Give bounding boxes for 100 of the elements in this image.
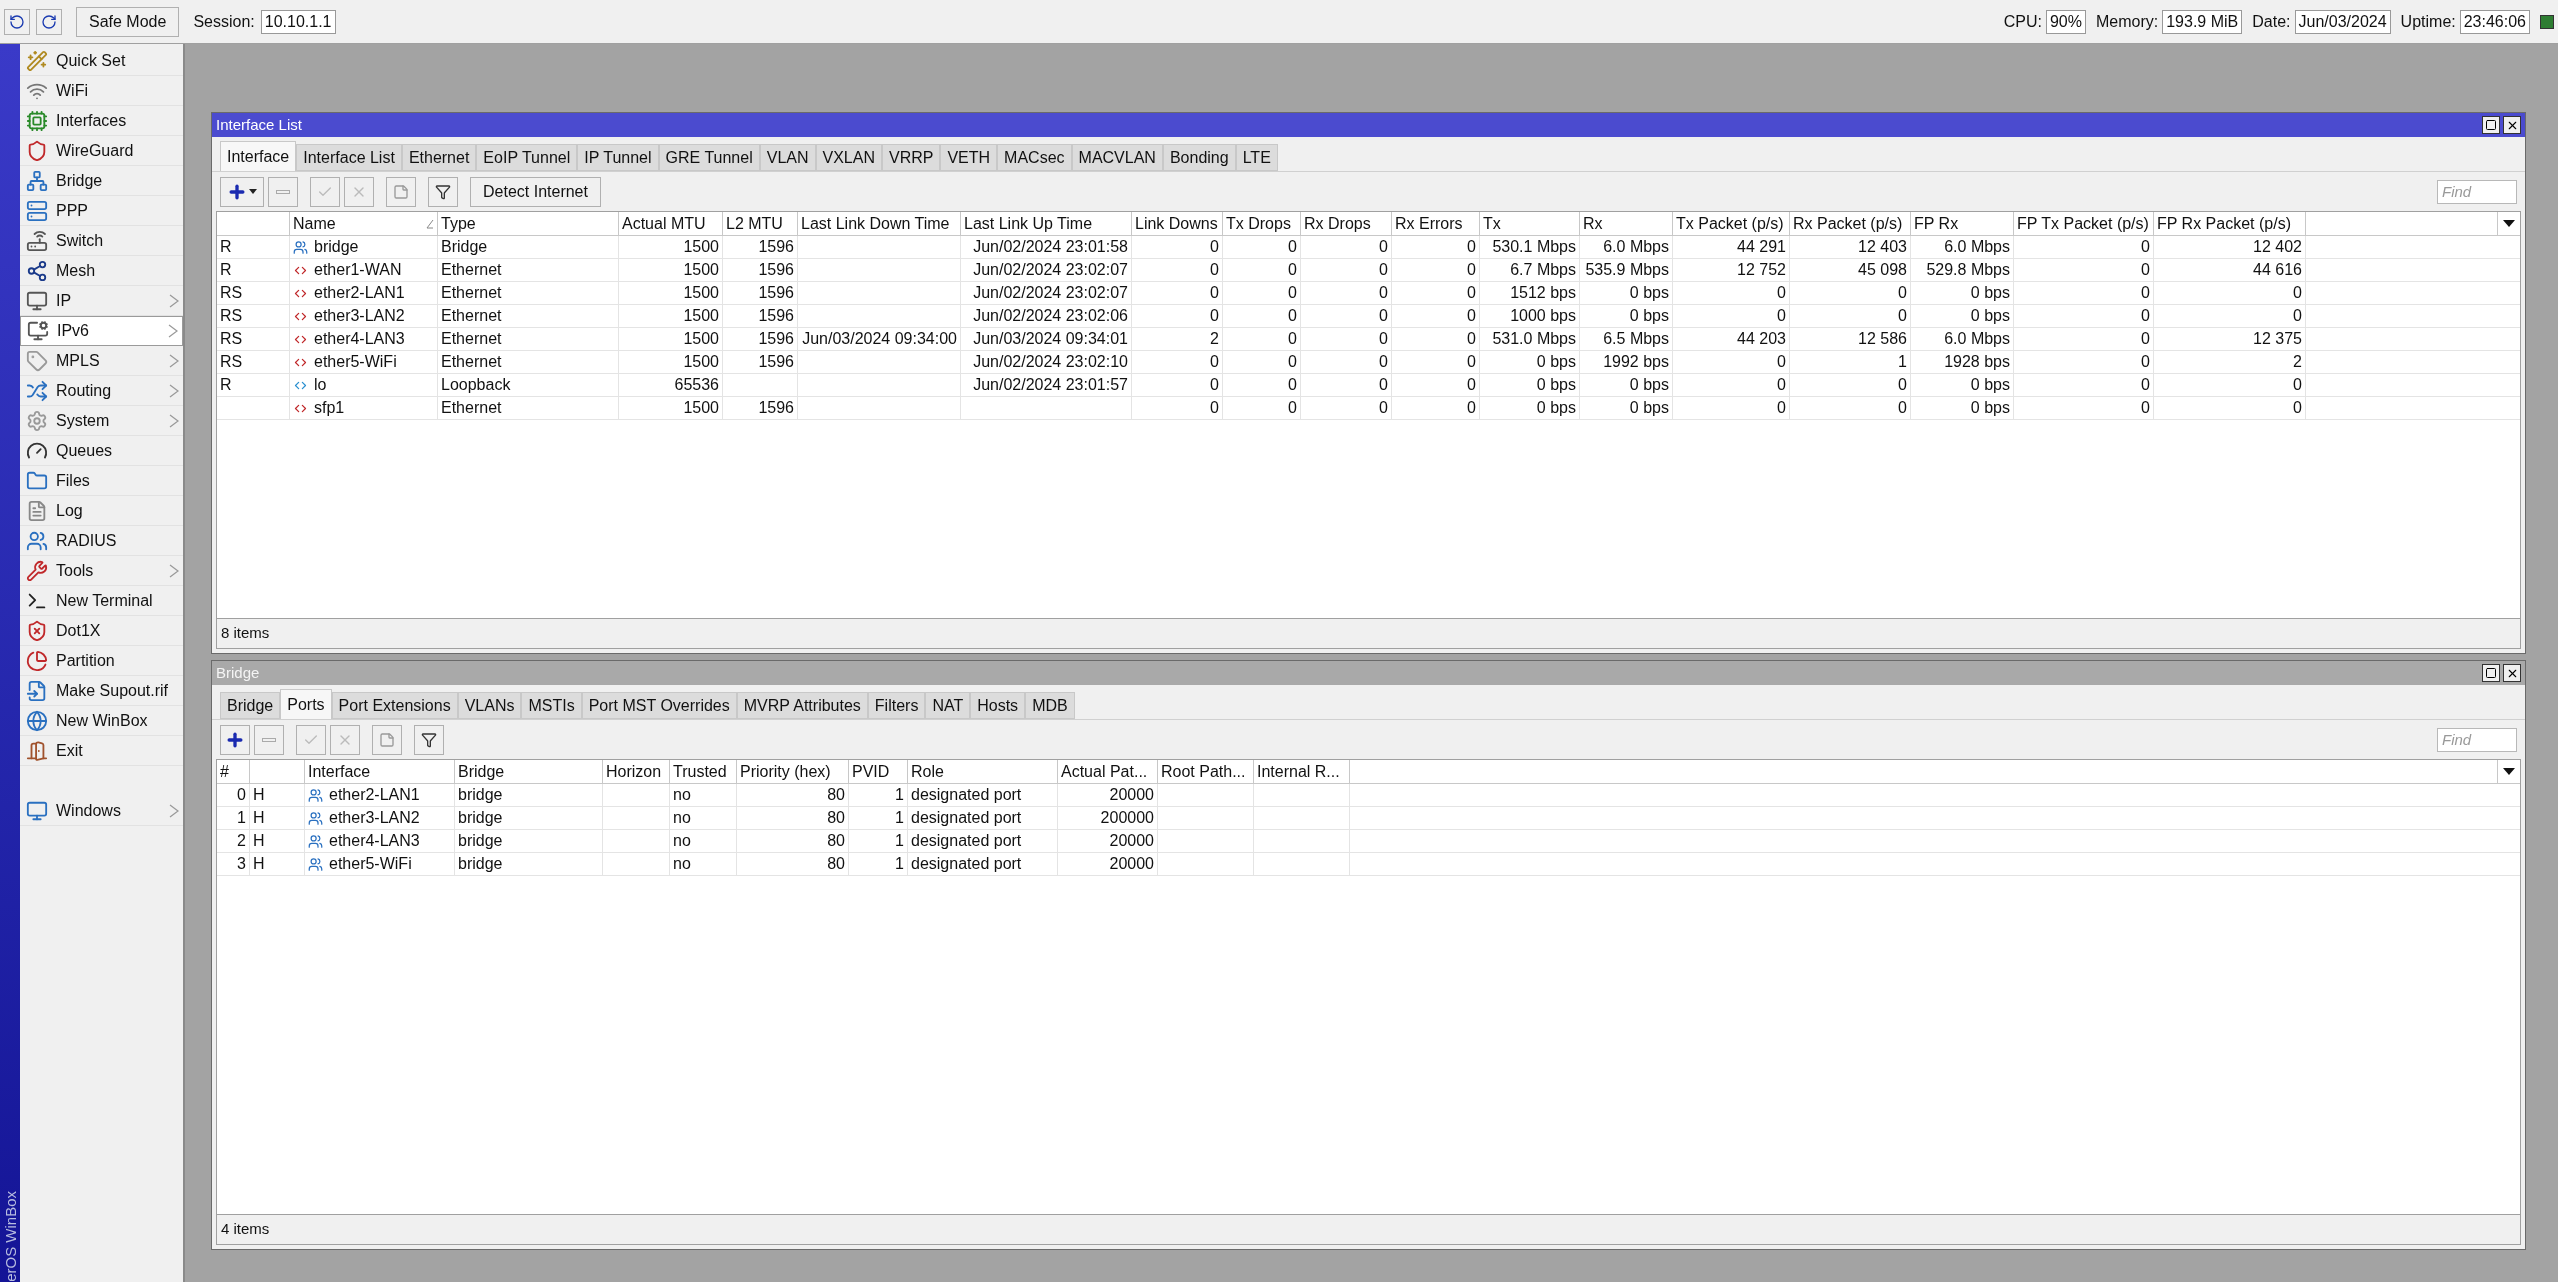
close-button[interactable]	[2503, 116, 2521, 134]
sidebar-item[interactable]: RADIUS	[20, 526, 183, 556]
tab[interactable]: Port Extensions	[331, 692, 458, 719]
sidebar-item[interactable]: Interfaces	[20, 106, 183, 136]
tab[interactable]: GRE Tunnel	[658, 144, 760, 171]
column-header[interactable]: Link Downs	[1132, 212, 1223, 235]
column-header[interactable]: Role	[908, 760, 1058, 783]
sidebar-item[interactable]: Files	[20, 466, 183, 496]
column-header[interactable]: FP Rx	[1911, 212, 2014, 235]
sidebar-item[interactable]: Switch	[20, 226, 183, 256]
column-header[interactable]: Last Link Up Time	[961, 212, 1132, 235]
sidebar-item[interactable]: PPP	[20, 196, 183, 226]
column-header[interactable]: Tx	[1480, 212, 1580, 235]
column-header[interactable]: Rx Errors	[1392, 212, 1480, 235]
filter-button[interactable]	[414, 724, 444, 755]
tab[interactable]: Filters	[867, 692, 926, 719]
tab[interactable]: MSTIs	[521, 692, 582, 719]
tab[interactable]: VLAN	[759, 144, 816, 171]
sidebar-item[interactable]: Tools	[20, 556, 183, 586]
sidebar-item[interactable]: Routing	[20, 376, 183, 406]
tab[interactable]: VETH	[940, 144, 998, 171]
stat-value: 193.9 MiB	[2162, 9, 2243, 34]
column-header[interactable]: Bridge	[455, 760, 603, 783]
column-header[interactable]: Trusted	[670, 760, 737, 783]
tab[interactable]: MACsec	[997, 144, 1072, 171]
sidebar-item[interactable]: Exit	[20, 736, 183, 766]
column-header[interactable]: Name	[290, 212, 438, 235]
column-header[interactable]: Type	[438, 212, 619, 235]
tab[interactable]: MACVLAN	[1071, 144, 1163, 171]
status-indicator-icon	[2540, 14, 2554, 29]
tab[interactable]: Hosts	[970, 692, 1026, 719]
maximize-button[interactable]	[2482, 116, 2500, 134]
column-header[interactable]: Last Link Down Time	[798, 212, 961, 235]
add-button[interactable]	[220, 724, 250, 755]
sidebar-item[interactable]: Bridge	[20, 166, 183, 196]
table-cell: 0	[2014, 397, 2154, 419]
column-header[interactable]: FP Rx Packet (p/s)	[2154, 212, 2306, 235]
table-cell: 12 752	[1673, 259, 1790, 281]
tab[interactable]: MDB	[1025, 692, 1075, 719]
column-header[interactable]: Tx Packet (p/s)	[1673, 212, 1790, 235]
column-header[interactable]: Rx	[1580, 212, 1673, 235]
tab[interactable]: Interface List	[296, 144, 402, 171]
sidebar-item[interactable]: WiFi	[20, 76, 183, 106]
safe-mode-button[interactable]: Safe Mode	[76, 6, 180, 37]
tab[interactable]: VRRP	[882, 144, 941, 171]
sidebar-item[interactable]: New Terminal	[20, 586, 183, 616]
column-menu-icon[interactable]	[2503, 768, 2515, 775]
tab[interactable]: Ports	[280, 689, 332, 719]
tab[interactable]: Bonding	[1162, 144, 1236, 171]
column-header[interactable]: Internal R...	[1254, 760, 1350, 783]
tab[interactable]: Interface	[220, 141, 297, 171]
sidebar-item[interactable]: IPv6	[20, 316, 183, 346]
table-cell: 0	[1392, 282, 1480, 304]
tab[interactable]: Ethernet	[401, 144, 477, 171]
find-field[interactable]: Find	[2437, 179, 2517, 204]
find-field[interactable]: Find	[2437, 727, 2517, 752]
sidebar-item[interactable]: WireGuard	[20, 136, 183, 166]
redo-button[interactable]	[36, 8, 62, 35]
sidebar-item[interactable]: Partition	[20, 646, 183, 676]
sidebar-item[interactable]: Make Supout.rif	[20, 676, 183, 706]
detect-internet-button[interactable]: Detect Internet	[470, 176, 601, 207]
filter-button[interactable]	[428, 176, 458, 207]
sidebar-item[interactable]: Quick Set	[20, 46, 183, 76]
tab[interactable]: Port MST Overrides	[581, 692, 737, 719]
column-header[interactable]: Interface	[305, 760, 455, 783]
tab[interactable]: MVRP Attributes	[736, 692, 868, 719]
column-header[interactable]: FP Tx Packet (p/s)	[2014, 212, 2154, 235]
column-header[interactable]: Tx Drops	[1223, 212, 1301, 235]
sidebar-item[interactable]: System	[20, 406, 183, 436]
sidebar-item[interactable]: Dot1X	[20, 616, 183, 646]
column-header[interactable]: PVID	[849, 760, 908, 783]
tab[interactable]: IP Tunnel	[577, 144, 659, 171]
tab[interactable]: NAT	[925, 692, 971, 719]
session-field[interactable]: 10.10.1.1	[260, 9, 336, 34]
table-cell: 0	[1132, 305, 1223, 327]
sidebar-item[interactable]: New WinBox	[20, 706, 183, 736]
tab[interactable]: Bridge	[220, 692, 281, 719]
column-header[interactable]: #	[217, 760, 250, 783]
sidebar-item[interactable]: Log	[20, 496, 183, 526]
column-menu-icon[interactable]	[2503, 220, 2515, 227]
sidebar-item[interactable]: MPLS	[20, 346, 183, 376]
maximize-button[interactable]	[2482, 664, 2500, 682]
column-header[interactable]: L2 MTU	[723, 212, 798, 235]
column-header[interactable]: Priority (hex)	[737, 760, 849, 783]
column-header[interactable]: Root Path...	[1158, 760, 1254, 783]
tab[interactable]: LTE	[1235, 144, 1278, 171]
column-header[interactable]: Horizon	[603, 760, 670, 783]
tab[interactable]: VLANs	[457, 692, 522, 719]
tab[interactable]: VXLAN	[815, 144, 882, 171]
column-header[interactable]: Rx Drops	[1301, 212, 1392, 235]
sidebar-item[interactable]: Mesh	[20, 256, 183, 286]
undo-button[interactable]	[4, 8, 30, 35]
sidebar-item[interactable]: Windows	[20, 796, 183, 826]
tab[interactable]: EoIP Tunnel	[476, 144, 578, 171]
column-header[interactable]: Actual Pat...	[1058, 760, 1158, 783]
column-header[interactable]: Actual MTU	[619, 212, 723, 235]
sidebar-item[interactable]: Queues	[20, 436, 183, 466]
column-header[interactable]: Rx Packet (p/s)	[1790, 212, 1911, 235]
add-button[interactable]	[220, 176, 264, 207]
close-button[interactable]	[2503, 664, 2521, 682]
